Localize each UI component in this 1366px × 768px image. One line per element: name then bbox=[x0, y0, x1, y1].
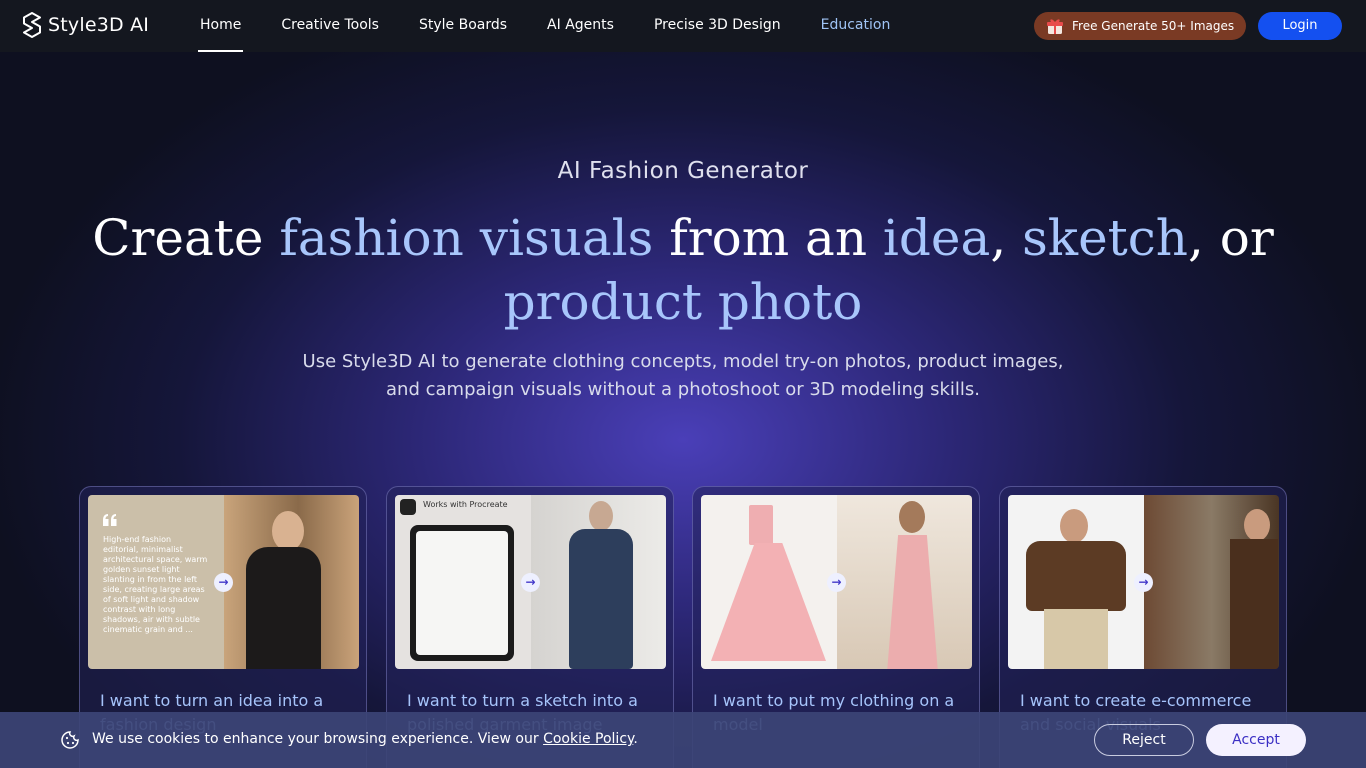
photo-panel bbox=[836, 495, 972, 669]
photo-panel bbox=[530, 495, 666, 669]
cookie-banner: We use cookies to enhance your browsing … bbox=[0, 712, 1366, 768]
nav-home[interactable]: Home bbox=[197, 0, 244, 52]
hero-title: Create fashion visuals from an idea, ske… bbox=[92, 209, 1274, 331]
nav-precise-3d-design[interactable]: Precise 3D Design bbox=[654, 0, 781, 52]
procreate-badge: Works with Procreate bbox=[423, 500, 508, 509]
product-panel bbox=[701, 495, 837, 669]
procreate-icon bbox=[400, 499, 416, 515]
cookie-policy-link[interactable]: Cookie Policy bbox=[543, 731, 633, 747]
gift-icon bbox=[1047, 19, 1063, 34]
card-image: Works with Procreate → bbox=[395, 495, 666, 669]
product-panel bbox=[1008, 495, 1144, 669]
card-image: → bbox=[1008, 495, 1279, 669]
arrow-right-icon: → bbox=[521, 573, 540, 592]
nav-links: Home Creative Tools Style Boards AI Agen… bbox=[197, 0, 930, 52]
card-image: High-end fashion editorial, minimalist a… bbox=[88, 495, 359, 669]
hero-subtitle: AI Fashion Generator bbox=[557, 158, 809, 184]
logo[interactable]: Style3D AI bbox=[22, 12, 149, 38]
card-image: → bbox=[701, 495, 972, 669]
accept-cookies-button[interactable]: Accept bbox=[1206, 724, 1306, 756]
cookie-icon bbox=[61, 731, 79, 749]
prompt-text: High-end fashion editorial, minimalist a… bbox=[103, 535, 208, 634]
nav-creative-tools[interactable]: Creative Tools bbox=[281, 0, 379, 52]
nav-style-boards[interactable]: Style Boards bbox=[419, 0, 507, 52]
cookie-text: We use cookies to enhance your browsing … bbox=[92, 731, 638, 747]
free-generate-label: Free Generate 50+ Images bbox=[1072, 19, 1235, 33]
hero-description: Use Style3D AI to generate clothing conc… bbox=[302, 351, 1064, 400]
arrow-right-icon: → bbox=[1134, 573, 1153, 592]
arrow-right-icon: → bbox=[827, 573, 846, 592]
quote-icon bbox=[103, 514, 117, 526]
sketch-panel: Works with Procreate bbox=[395, 495, 531, 669]
free-generate-button[interactable]: Free Generate 50+ Images bbox=[1034, 12, 1246, 40]
nav-ai-agents[interactable]: AI Agents bbox=[547, 0, 614, 52]
logo-text: Style3D AI bbox=[48, 14, 150, 36]
reject-cookies-button[interactable]: Reject bbox=[1094, 724, 1194, 756]
arrow-right-icon: → bbox=[214, 573, 233, 592]
nav-education[interactable]: Education bbox=[821, 0, 891, 52]
top-navbar: Style3D AI Home Creative Tools Style Boa… bbox=[0, 0, 1366, 52]
photo-panel bbox=[1143, 495, 1279, 669]
login-button[interactable]: Login bbox=[1258, 12, 1342, 40]
photo-panel bbox=[223, 495, 359, 669]
style3d-logo-icon bbox=[23, 12, 41, 38]
prompt-panel: High-end fashion editorial, minimalist a… bbox=[88, 495, 224, 669]
